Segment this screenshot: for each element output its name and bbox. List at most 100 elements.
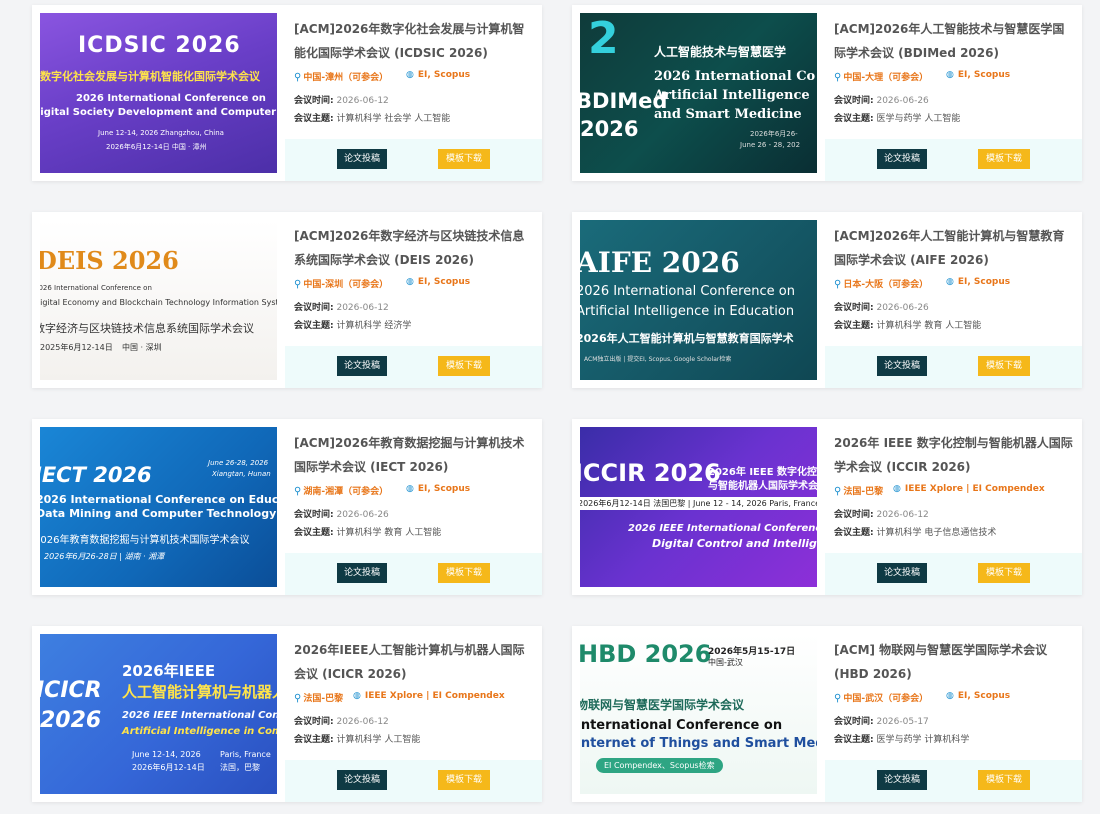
submit-paper-button[interactable]: 论文投稿 — [877, 149, 927, 169]
conference-info: [ACM]2026年人工智能技术与智慧医学国际学术会议 (BDIMed 2026… — [825, 5, 1082, 181]
conference-date: 会议时间: 2026-06-26 — [834, 96, 929, 106]
conference-card: ICDSIC 2026 数字化社会发展与计算机智能化国际学术会议 2026 In… — [32, 5, 542, 181]
conference-info: [ACM]2026年数字经济与区块链技术信息系统国际学术会议 (DEIS 202… — [285, 212, 542, 388]
globe-icon: ◍ — [946, 691, 954, 701]
conference-index: ◍ EI, Scopus — [946, 70, 1011, 80]
template-download-button[interactable]: 模板下载 — [978, 770, 1030, 790]
submit-paper-button[interactable]: 论文投稿 — [337, 563, 387, 583]
globe-icon: ◍ — [353, 691, 361, 701]
submit-paper-button[interactable]: 论文投稿 — [337, 770, 387, 790]
conference-info: [ACM] 物联网与智慧医学国际学术会议 (HBD 2026) ⚲ 中国-武汉（可… — [825, 626, 1082, 802]
conference-title[interactable]: [ACM]2026年数字化社会发展与计算机智能化国际学术会议 (ICDSIC 2… — [294, 17, 534, 65]
conference-date: 会议时间: 2026-06-12 — [294, 96, 389, 106]
conference-title[interactable]: [ACM]2026年数字经济与区块链技术信息系统国际学术会议 (DEIS 202… — [294, 224, 534, 272]
template-download-button[interactable]: 模板下载 — [438, 563, 490, 583]
conference-location: ⚲ 中国-武汉（可参会） — [834, 693, 929, 704]
conference-banner-image[interactable]: ICICR 2026 2026年IEEE 人工智能计算机与机器人 2026 IE… — [40, 634, 277, 794]
template-download-button[interactable]: 模板下载 — [978, 356, 1030, 376]
submit-paper-button[interactable]: 论文投稿 — [337, 356, 387, 376]
conference-card: ICICR 2026 2026年IEEE 人工智能计算机与机器人 2026 IE… — [32, 626, 542, 802]
conference-topics: 会议主题: 医学与药学 计算机科学 — [834, 735, 970, 745]
location-pin-icon: ⚲ — [834, 279, 842, 290]
conference-card: 2 BDIMed 2026 人工智能技术与智慧医学 2026 Internati… — [572, 5, 1082, 181]
conference-title[interactable]: 2026年IEEE人工智能计算机与机器人国际会议 (ICICR 2026) — [294, 638, 534, 686]
conference-index: ◍ EI, Scopus — [946, 277, 1011, 287]
globe-icon: ◍ — [406, 277, 414, 287]
conference-title[interactable]: [ACM]2026年人工智能技术与智慧医学国际学术会议 (BDIMed 2026… — [834, 17, 1074, 65]
action-strip: 论文投稿 模板下载 — [285, 346, 542, 388]
conference-title[interactable]: [ACM]2026年教育数据挖掘与计算机技术国际学术会议 (IECT 2026) — [294, 431, 534, 479]
location-pin-icon: ⚲ — [294, 693, 302, 704]
conference-title[interactable]: [ACM] 物联网与智慧医学国际学术会议 (HBD 2026) — [834, 638, 1074, 686]
template-download-button[interactable]: 模板下载 — [438, 356, 490, 376]
conference-index: ◍ EI, Scopus — [406, 70, 471, 80]
location-pin-icon: ⚲ — [834, 693, 842, 704]
conference-card: HBD 2026 2026年5月15-17日 中国-武汉 物联网与智慧医学国际学… — [572, 626, 1082, 802]
action-strip: 论文投稿 模板下载 — [825, 139, 1082, 181]
conference-date: 会议时间: 2026-06-12 — [294, 717, 389, 727]
action-strip: 论文投稿 模板下载 — [285, 553, 542, 595]
conference-banner-image[interactable]: 2 BDIMed 2026 人工智能技术与智慧医学 2026 Internati… — [580, 13, 817, 173]
template-download-button[interactable]: 模板下载 — [438, 770, 490, 790]
conference-index: ◍ EI, Scopus — [406, 277, 471, 287]
conference-location: ⚲ 法国-巴黎 — [834, 486, 884, 497]
template-download-button[interactable]: 模板下载 — [978, 563, 1030, 583]
conference-index: ◍ IEEE Xplore | EI Compendex — [893, 484, 1045, 494]
conference-date: 会议时间: 2026-06-26 — [294, 510, 389, 520]
conference-location: ⚲ 法国-巴黎 — [294, 693, 344, 704]
submit-paper-button[interactable]: 论文投稿 — [877, 770, 927, 790]
conference-topics: 会议主题: 计算机科学 社会学 人工智能 — [294, 114, 451, 124]
location-pin-icon: ⚲ — [834, 486, 842, 497]
action-strip: 论文投稿 模板下载 — [825, 553, 1082, 595]
location-pin-icon: ⚲ — [294, 72, 302, 83]
action-strip: 论文投稿 模板下载 — [285, 139, 542, 181]
globe-icon: ◍ — [893, 484, 901, 494]
conference-topics: 会议主题: 计算机科学 教育 人工智能 — [834, 321, 982, 331]
conference-location: ⚲ 中国-漳州（可参会） — [294, 72, 389, 83]
globe-icon: ◍ — [946, 70, 954, 80]
conference-location: ⚲ 日本-大阪（可参会） — [834, 279, 929, 290]
conference-location: ⚲ 中国-大理（可参会） — [834, 72, 929, 83]
globe-icon: ◍ — [946, 277, 954, 287]
conference-index: ◍ EI, Scopus — [406, 484, 471, 494]
conference-banner-image[interactable]: ICCIR 2026 2026年 IEEE 数字化控制 与智能机器人国际学术会议… — [580, 427, 817, 587]
conference-topics: 会议主题: 计算机科学 电子信息通信技术 — [834, 528, 997, 538]
conference-topics: 会议主题: 计算机科学 人工智能 — [294, 735, 421, 745]
location-pin-icon: ⚲ — [834, 72, 842, 83]
conference-index: ◍ EI, Scopus — [946, 691, 1011, 701]
conference-banner-image[interactable]: DEIS 2026 2026 International Conference … — [40, 220, 277, 380]
globe-icon: ◍ — [406, 70, 414, 80]
action-strip: 论文投稿 模板下载 — [825, 346, 1082, 388]
conference-date: 会议时间: 2026-06-26 — [834, 303, 929, 313]
conference-banner-image[interactable]: ICDSIC 2026 数字化社会发展与计算机智能化国际学术会议 2026 In… — [40, 13, 277, 173]
conference-banner-image[interactable]: HBD 2026 2026年5月15-17日 中国-武汉 物联网与智慧医学国际学… — [580, 634, 817, 794]
conference-banner-image[interactable]: IECT 2026 June 26-28, 2026 Xiangtan, Hun… — [40, 427, 277, 587]
conference-title[interactable]: [ACM]2026年人工智能计算机与智慧教育国际学术会议 (AIFE 2026) — [834, 224, 1074, 272]
conference-title[interactable]: 2026年 IEEE 数字化控制与智能机器人国际学术会议 (ICCIR 2026… — [834, 431, 1074, 479]
conference-banner-image[interactable]: AIFE 2026 2026 International Conference … — [580, 220, 817, 380]
submit-paper-button[interactable]: 论文投稿 — [337, 149, 387, 169]
conference-index: ◍ IEEE Xplore | EI Compendex — [353, 691, 505, 701]
conference-card: ICCIR 2026 2026年 IEEE 数字化控制 与智能机器人国际学术会议… — [572, 419, 1082, 595]
conference-card: IECT 2026 June 26-28, 2026 Xiangtan, Hun… — [32, 419, 542, 595]
conference-location: ⚲ 中国-深圳（可参会） — [294, 279, 389, 290]
submit-paper-button[interactable]: 论文投稿 — [877, 563, 927, 583]
location-pin-icon: ⚲ — [294, 279, 302, 290]
conference-topics: 会议主题: 医学与药学 人工智能 — [834, 114, 961, 124]
globe-icon: ◍ — [406, 484, 414, 494]
conference-card: DEIS 2026 2026 International Conference … — [32, 212, 542, 388]
conference-date: 会议时间: 2026-05-17 — [834, 717, 929, 727]
conference-location: ⚲ 湖南-湘潭（可参会） — [294, 486, 389, 497]
conference-card: AIFE 2026 2026 International Conference … — [572, 212, 1082, 388]
template-download-button[interactable]: 模板下载 — [438, 149, 490, 169]
conference-info: [ACM]2026年教育数据挖掘与计算机技术国际学术会议 (IECT 2026)… — [285, 419, 542, 595]
conference-topics: 会议主题: 计算机科学 经济学 — [294, 321, 412, 331]
action-strip: 论文投稿 模板下载 — [825, 760, 1082, 802]
conference-topics: 会议主题: 计算机科学 教育 人工智能 — [294, 528, 442, 538]
action-strip: 论文投稿 模板下载 — [285, 760, 542, 802]
location-pin-icon: ⚲ — [294, 486, 302, 497]
template-download-button[interactable]: 模板下载 — [978, 149, 1030, 169]
conference-info: 2026年IEEE人工智能计算机与机器人国际会议 (ICICR 2026) ⚲ 法… — [285, 626, 542, 802]
conference-info: [ACM]2026年人工智能计算机与智慧教育国际学术会议 (AIFE 2026)… — [825, 212, 1082, 388]
submit-paper-button[interactable]: 论文投稿 — [877, 356, 927, 376]
